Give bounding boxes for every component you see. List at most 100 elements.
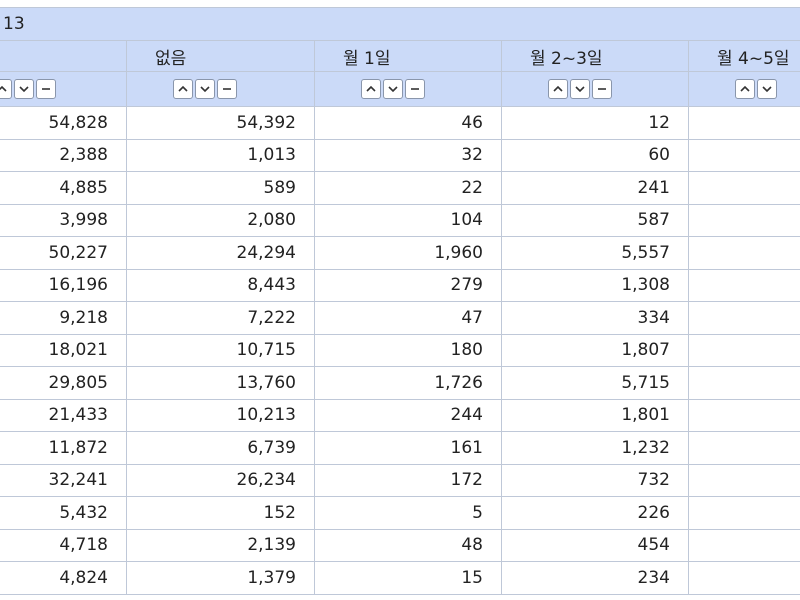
table-cell: 1,801 xyxy=(501,398,689,432)
table-row: 32,241 26,234 172 732 xyxy=(0,463,800,497)
table-cell: 9,218 xyxy=(0,301,127,335)
column-header-4: 월 4~5일 xyxy=(687,40,800,72)
table-cell: 732 xyxy=(501,463,689,497)
collapse-button[interactable] xyxy=(405,79,425,100)
table-cell: 5,715 xyxy=(501,366,689,400)
table-row: 4,718 2,139 48 454 xyxy=(0,528,800,562)
table-cell: 454 xyxy=(501,528,689,562)
sort-asc-button[interactable] xyxy=(361,79,381,100)
table-cell: 24,294 xyxy=(126,236,315,270)
table-cell: 15 xyxy=(314,561,502,595)
table-cell: 5 xyxy=(314,496,502,530)
table-row: 9,218 7,222 47 334 xyxy=(0,301,800,335)
table-cell: 1,013 xyxy=(126,138,315,172)
table-cell: 587 xyxy=(501,203,689,237)
sort-desc-button[interactable] xyxy=(570,79,590,100)
table-cell: 1,308 xyxy=(501,268,689,302)
table-row: 5,432 152 5 226 xyxy=(0,496,800,530)
sort-desc-button[interactable] xyxy=(14,79,34,100)
table-cell: 3,998 xyxy=(0,203,127,237)
collapse-button[interactable] xyxy=(592,79,612,100)
table-row: 18,021 10,715 180 1,807 xyxy=(0,333,800,367)
table-cell xyxy=(687,333,800,367)
table-cell: 152 xyxy=(126,496,315,530)
table-cell xyxy=(687,398,800,432)
table-row: 4,824 1,379 15 234 xyxy=(0,561,800,595)
table-cell: 29,805 xyxy=(0,366,127,400)
table-cell: 10,213 xyxy=(126,398,315,432)
data-grid: 13 l없음월 1일월 2~3일월 4~5일 54,82854,39246122… xyxy=(0,7,800,595)
table-row: 16,196 8,443 279 1,308 xyxy=(0,268,800,302)
column-header-3: 월 2~3일 xyxy=(501,40,689,72)
table-cell: 11,872 xyxy=(0,431,127,465)
table-cell: 21,433 xyxy=(0,398,127,432)
table-cell xyxy=(687,268,800,302)
table-cell: 18,021 xyxy=(0,333,127,367)
table-cell: 180 xyxy=(314,333,502,367)
table-cell: 5,557 xyxy=(501,236,689,270)
table-cell xyxy=(687,528,800,562)
sort-desc-button[interactable] xyxy=(757,79,777,100)
table-cell: 1,232 xyxy=(501,431,689,465)
table-cell xyxy=(687,138,800,172)
column-header-1: 없음 xyxy=(126,40,315,72)
column-controls-0 xyxy=(0,71,127,107)
table-cell: 234 xyxy=(501,561,689,595)
table-cell: 32,241 xyxy=(0,463,127,497)
table-cell: 2,139 xyxy=(126,528,315,562)
sort-desc-button[interactable] xyxy=(195,79,215,100)
table-cell: 48 xyxy=(314,528,502,562)
table-cell: 1,726 xyxy=(314,366,502,400)
sort-desc-button[interactable] xyxy=(383,79,403,100)
table-cell xyxy=(687,366,800,400)
column-controls-2 xyxy=(314,71,502,107)
year-header: 13 xyxy=(0,7,800,41)
collapse-button[interactable] xyxy=(217,79,237,100)
table-cell: 1,379 xyxy=(126,561,315,595)
table-cell: 7,222 xyxy=(126,301,315,335)
table-cell: 26,234 xyxy=(126,463,315,497)
table-row: 29,805 13,760 1,726 5,715 xyxy=(0,366,800,400)
sort-asc-button[interactable] xyxy=(173,79,193,100)
table-cell: 16,196 xyxy=(0,268,127,302)
table-cell: 10,715 xyxy=(126,333,315,367)
table-cell: 104 xyxy=(314,203,502,237)
table-cell: 172 xyxy=(314,463,502,497)
table-cell: 334 xyxy=(501,301,689,335)
table-cell: 54,828 xyxy=(0,106,127,140)
table-cell: 46 xyxy=(314,106,502,140)
column-controls-4 xyxy=(687,71,800,107)
table-row: 21,433 10,213 244 1,801 xyxy=(0,398,800,432)
column-header-0: l xyxy=(0,40,127,72)
table-cell: 4,718 xyxy=(0,528,127,562)
table-cell xyxy=(687,496,800,530)
table-cell xyxy=(687,106,800,140)
table-cell: 161 xyxy=(314,431,502,465)
column-controls-3 xyxy=(501,71,689,107)
table-cell: 589 xyxy=(126,171,315,205)
table-cell: 50,227 xyxy=(0,236,127,270)
sort-asc-button[interactable] xyxy=(0,79,12,100)
sort-asc-button[interactable] xyxy=(735,79,755,100)
table-cell: 226 xyxy=(501,496,689,530)
table-row: 54,828 54,392 46 12 xyxy=(0,106,800,140)
table-row: 50,227 24,294 1,960 5,557 xyxy=(0,236,800,270)
table-cell: 279 xyxy=(314,268,502,302)
table-cell: 2,388 xyxy=(0,138,127,172)
table-cell xyxy=(687,463,800,497)
table-cell: 4,824 xyxy=(0,561,127,595)
table-cell: 6,739 xyxy=(126,431,315,465)
table-cell: 22 xyxy=(314,171,502,205)
table-row: 3,998 2,080 104 587 xyxy=(0,203,800,237)
table-cell: 12 xyxy=(501,106,689,140)
table-cell: 32 xyxy=(314,138,502,172)
sort-asc-button[interactable] xyxy=(548,79,568,100)
table-cell xyxy=(687,203,800,237)
table-cell: 2,080 xyxy=(126,203,315,237)
table-cell: 54,392 xyxy=(126,106,315,140)
table-row: 11,872 6,739 161 1,232 xyxy=(0,431,800,465)
table-cell xyxy=(687,301,800,335)
table-row: 4,885 589 22 241 xyxy=(0,171,800,205)
collapse-button[interactable] xyxy=(36,79,56,100)
table-cell xyxy=(687,236,800,270)
